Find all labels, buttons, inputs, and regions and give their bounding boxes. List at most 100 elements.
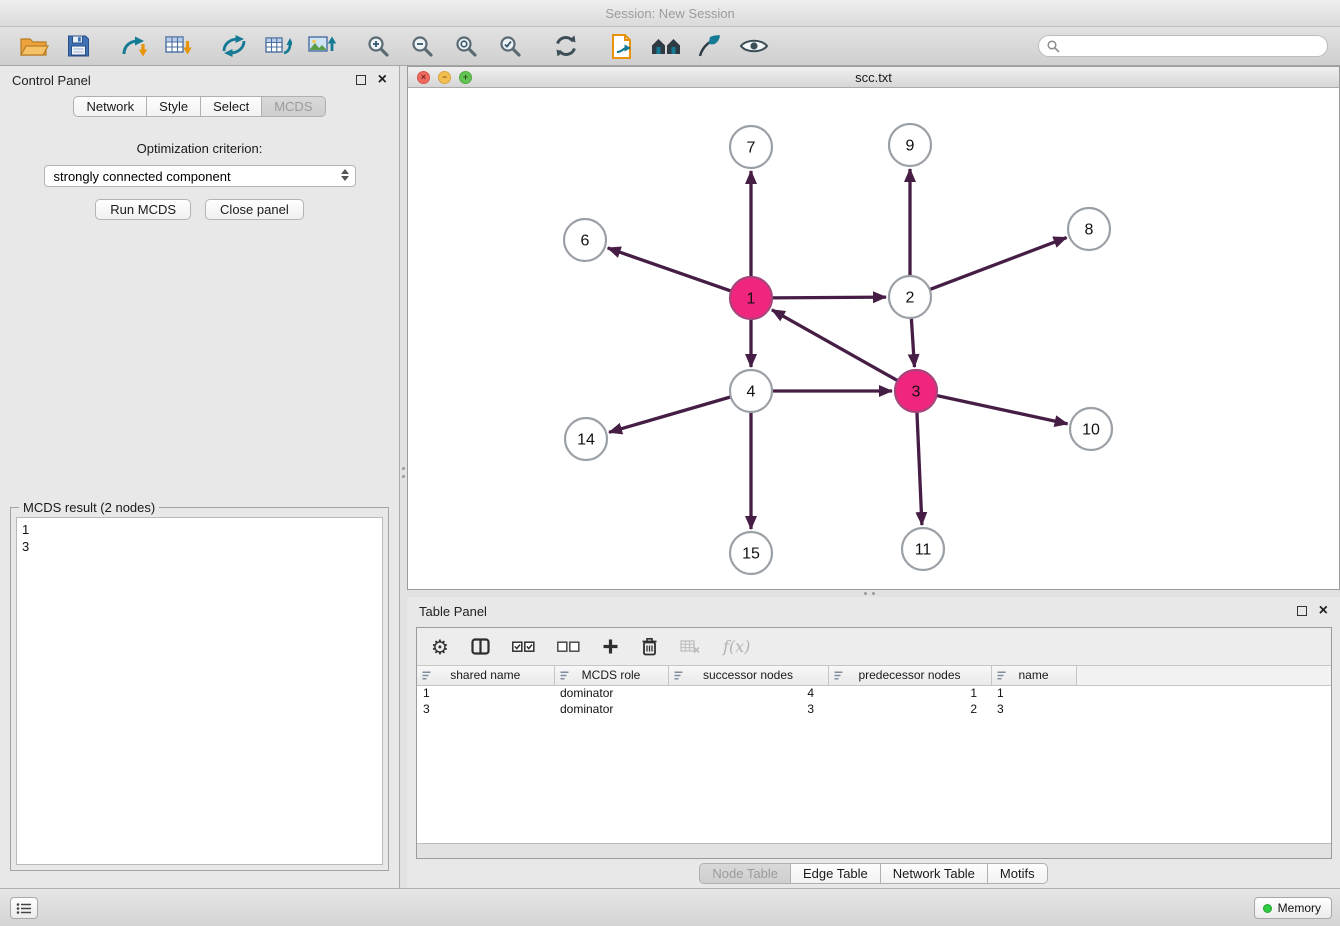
add-column-icon[interactable] <box>602 638 619 655</box>
delete-icon[interactable] <box>641 637 658 656</box>
graph-edge[interactable] <box>609 397 731 432</box>
table-row[interactable]: 3dominator323 <box>417 701 1331 717</box>
tab-network[interactable]: Network <box>73 96 147 117</box>
table-cell[interactable]: 4 <box>668 685 828 701</box>
table-cell[interactable]: 3 <box>417 701 554 717</box>
import-network-button[interactable] <box>112 30 156 62</box>
table-row[interactable]: 1dominator411 <box>417 685 1331 701</box>
graph-node[interactable]: 2 <box>889 276 931 318</box>
window-titlebar: Session: New Session <box>0 0 1340 27</box>
refresh-layout-icon <box>553 33 579 59</box>
export-image-button[interactable] <box>300 30 344 62</box>
graph-edge[interactable] <box>917 412 922 525</box>
node-table-container: ⚙ <box>416 627 1332 859</box>
table-cell[interactable]: 3 <box>668 701 828 717</box>
memory-status-icon <box>1263 904 1272 913</box>
table-cell[interactable]: dominator <box>554 685 668 701</box>
window-title: Session: New Session <box>605 6 734 21</box>
tab-motifs[interactable]: Motifs <box>988 863 1048 884</box>
table-cell[interactable]: 1 <box>991 685 1076 701</box>
save-session-button[interactable] <box>56 30 100 62</box>
graph-node[interactable]: 8 <box>1068 208 1110 250</box>
horizontal-splitter[interactable] <box>407 590 1340 597</box>
column-header[interactable]: MCDS role <box>554 666 668 685</box>
node-table-body: 1dominator4113dominator323 <box>417 685 1331 717</box>
select-all-icon[interactable] <box>512 641 535 653</box>
optimization-criterion-select[interactable]: strongly connected component <box>44 165 356 187</box>
column-header[interactable]: predecessor nodes <box>828 666 991 685</box>
network-view[interactable]: 1 2 3 4 6 7 8 9 10 11 14 15 <box>408 88 1339 589</box>
tab-select[interactable]: Select <box>201 96 262 117</box>
network-window-titlebar[interactable]: × − + scc.txt <box>408 67 1339 88</box>
table-float-panel-icon[interactable] <box>1297 606 1307 616</box>
show-hide-button[interactable] <box>732 30 776 62</box>
column-header[interactable]: name <box>991 666 1076 685</box>
graph-edge[interactable] <box>772 310 898 381</box>
graph-node[interactable]: 1 <box>730 277 772 319</box>
float-panel-icon[interactable] <box>356 75 366 85</box>
network-window: × − + scc.txt 1 2 3 4 6 7 8 9 10 11 14 15 <box>407 66 1340 590</box>
table-close-panel-icon[interactable]: × <box>1319 606 1328 616</box>
memory-button[interactable]: Memory <box>1254 897 1332 919</box>
column-layout-icon[interactable] <box>471 638 490 655</box>
minimize-window-icon[interactable]: − <box>438 71 451 84</box>
tab-node-table[interactable]: Node Table <box>699 863 791 884</box>
optimization-criterion-value: strongly connected component <box>54 169 231 184</box>
show-hidden-panels-button[interactable] <box>10 897 38 919</box>
zoom-selected-button[interactable] <box>488 30 532 62</box>
graph-node[interactable]: 15 <box>730 532 772 574</box>
style-brush-button[interactable] <box>688 30 732 62</box>
table-cell[interactable]: 1 <box>417 685 554 701</box>
graph-node[interactable]: 11 <box>902 528 944 570</box>
search-input[interactable] <box>1065 39 1319 53</box>
graph-node[interactable]: 4 <box>730 370 772 412</box>
table-tabs: Node Table Edge Table Network Table Moti… <box>407 863 1340 884</box>
run-mcds-button[interactable]: Run MCDS <box>95 199 191 220</box>
graph-node[interactable]: 7 <box>730 126 772 168</box>
table-cell[interactable]: dominator <box>554 701 668 717</box>
close-window-icon[interactable]: × <box>417 71 430 84</box>
table-cell[interactable]: 3 <box>991 701 1076 717</box>
graph-node[interactable]: 14 <box>565 418 607 460</box>
copy-style-button[interactable] <box>600 30 644 62</box>
graph-node[interactable]: 10 <box>1070 408 1112 450</box>
close-panel-icon[interactable]: × <box>378 75 387 85</box>
column-header[interactable]: successor nodes <box>668 666 828 685</box>
home-button[interactable] <box>644 30 688 62</box>
tab-edge-table[interactable]: Edge Table <box>791 863 881 884</box>
mcds-result-list[interactable]: 13 <box>16 517 383 865</box>
graph-edge[interactable] <box>937 395 1068 423</box>
new-network-button[interactable] <box>212 30 256 62</box>
graph-edge[interactable] <box>772 297 886 298</box>
tab-style[interactable]: Style <box>147 96 201 117</box>
apply-layout-button[interactable] <box>544 30 588 62</box>
open-file-button[interactable] <box>12 30 56 62</box>
zoom-out-button[interactable] <box>400 30 444 62</box>
zoom-in-button[interactable] <box>356 30 400 62</box>
clone-network-button[interactable] <box>256 30 300 62</box>
graph-node[interactable]: 9 <box>889 124 931 166</box>
zoom-fit-button[interactable] <box>444 30 488 62</box>
status-bar: Memory <box>0 888 1340 926</box>
search-box[interactable] <box>1038 35 1328 57</box>
table-cell[interactable]: 2 <box>828 701 991 717</box>
table-footer-scrollbar[interactable] <box>417 843 1331 858</box>
right-area: × − + scc.txt 1234678910111415 <box>407 66 1340 888</box>
tab-mcds[interactable]: MCDS <box>262 96 325 117</box>
table-cell[interactable]: 1 <box>828 685 991 701</box>
zoom-window-icon[interactable]: + <box>459 71 472 84</box>
graph-node[interactable]: 3 <box>895 370 937 412</box>
table-settings-gear-icon[interactable]: ⚙ <box>431 637 449 657</box>
deselect-all-icon[interactable] <box>557 641 580 653</box>
vertical-splitter[interactable] <box>400 66 407 888</box>
graph-edge[interactable] <box>911 318 914 367</box>
close-panel-button[interactable]: Close panel <box>205 199 304 220</box>
column-header[interactable]: shared name <box>417 666 554 685</box>
mcds-result-group: MCDS result (2 nodes) 13 <box>10 507 389 871</box>
graph-edge[interactable] <box>608 248 732 291</box>
import-table-button[interactable] <box>156 30 200 62</box>
graph-node[interactable]: 6 <box>564 219 606 261</box>
table-cell-filler <box>1076 685 1331 701</box>
tab-network-table[interactable]: Network Table <box>881 863 988 884</box>
graph-edge[interactable] <box>930 238 1067 290</box>
